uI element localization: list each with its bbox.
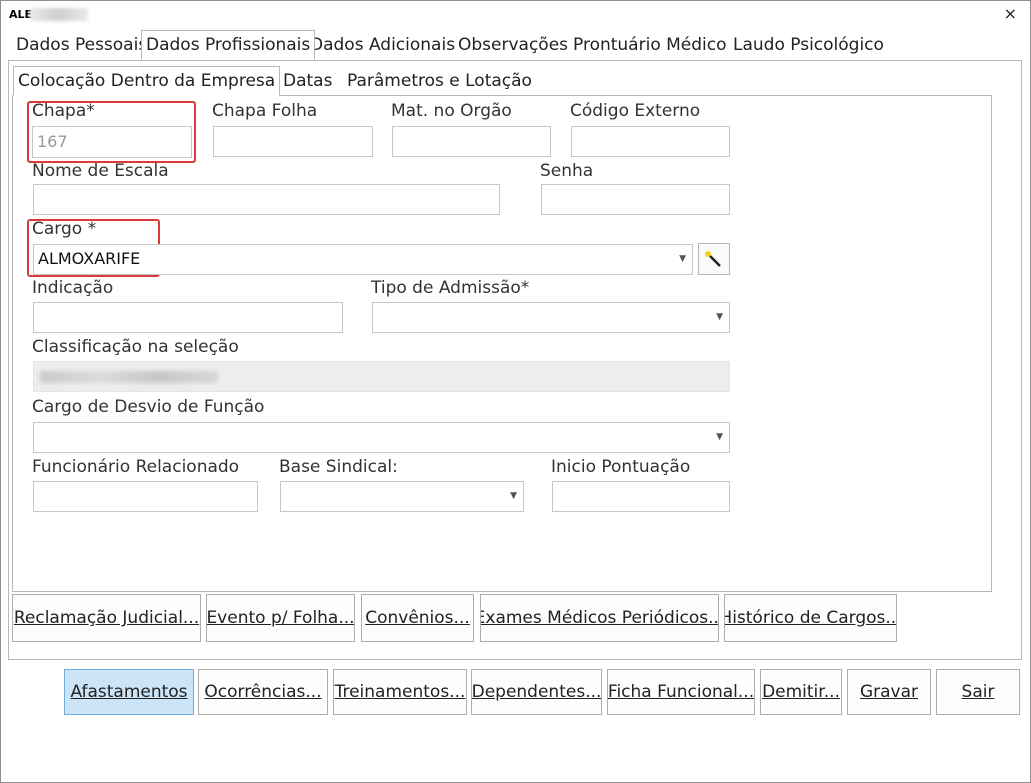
nome-escala-field[interactable] [33,184,500,215]
window-title: ALE [9,8,33,21]
mat-orgao-field[interactable] [392,126,551,157]
mat-orgao-label: Mat. no Orgão [391,101,512,121]
base-sindical-select[interactable]: ▼ [280,481,524,512]
chapa-folha-field[interactable] [213,126,373,157]
ocorrencias-button[interactable]: Ocorrências... [198,669,328,715]
cargo-lookup-button[interactable] [698,243,730,275]
sair-button[interactable]: Sair [936,669,1020,715]
inicio-pontuacao-label: Inicio Pontuação [551,457,691,477]
ficha-funcional-button[interactable]: Ficha Funcional... [607,669,755,715]
redacted-title [30,8,88,21]
evento-folha-button[interactable]: Evento p/ Folha... [206,594,355,642]
chevron-down-icon: ▼ [510,491,517,501]
dependentes-button[interactable]: Dependentes... [471,669,602,715]
close-icon[interactable]: × [1004,4,1017,23]
chevron-down-icon: ▼ [679,254,686,264]
tab-dados-profissionais[interactable]: Dados Profissionais [141,30,316,60]
classificacao-label: Classificação na seleção [32,337,239,357]
codigo-externo-label: Código Externo [570,101,701,121]
historico-cargos-button[interactable]: Histórico de Cargos... [724,594,897,642]
tab-laudo-psicologico[interactable]: Laudo Psicológico [729,31,888,59]
funcionario-relacionado-label: Funcionário Relacionado [32,457,240,477]
tab-dados-adicionais[interactable]: Dados Adicionais [306,31,459,59]
cargo-select[interactable]: ALMOXARIFE ▼ [33,244,693,275]
chapa-label: Chapa* [32,101,95,121]
magic-wand-icon [705,251,721,267]
subtab-colocacao[interactable]: Colocação Dentro da Empresa [13,66,281,96]
cargo-label: Cargo * [32,219,97,239]
afastamentos-button[interactable]: Afastamentos [64,669,194,715]
base-sindical-label: Base Sindical: [279,457,398,477]
nome-escala-label: Nome de Escala [32,161,169,181]
subtab-parametros-lotacao[interactable]: Parâmetros e Lotação [343,67,536,95]
treinamentos-button[interactable]: Treinamentos... [333,669,467,715]
chapa-folha-label: Chapa Folha [212,101,318,121]
cargo-desvio-label: Cargo de Desvio de Função [32,397,265,417]
indicacao-field[interactable] [33,302,343,333]
codigo-externo-field[interactable] [571,126,730,157]
tab-prontuario-medico[interactable]: Prontuário Médico [569,31,731,59]
chevron-down-icon: ▼ [716,432,723,442]
tipo-admissao-label: Tipo de Admissão* [371,278,530,298]
exames-medicos-button[interactable]: Exames Médicos Periódicos... [480,594,719,642]
tipo-admissao-select[interactable]: ▼ [372,302,730,333]
cargo-desvio-select[interactable]: ▼ [33,422,730,453]
funcionario-relacionado-field[interactable] [33,481,258,512]
senha-label: Senha [540,161,594,181]
cargo-value: ALMOXARIFE [38,249,141,268]
tab-observacoes[interactable]: Observações [454,31,572,59]
senha-field[interactable] [541,184,730,215]
redacted-value [40,371,218,383]
classificacao-field[interactable] [33,361,730,392]
gravar-button[interactable]: Gravar [847,669,931,715]
reclamacao-judicial-button[interactable]: Reclamação Judicial... [12,594,201,642]
subtab-datas[interactable]: Datas [279,67,336,95]
demitir-button[interactable]: Demitir... [760,669,842,715]
convenios-button[interactable]: Convênios... [361,594,474,642]
chevron-down-icon: ▼ [716,312,723,322]
tab-dados-pessoais[interactable]: Dados Pessoais [12,31,151,59]
indicacao-label: Indicação [32,278,114,298]
inicio-pontuacao-field[interactable] [552,481,730,512]
chapa-field[interactable]: 167 [32,126,192,158]
